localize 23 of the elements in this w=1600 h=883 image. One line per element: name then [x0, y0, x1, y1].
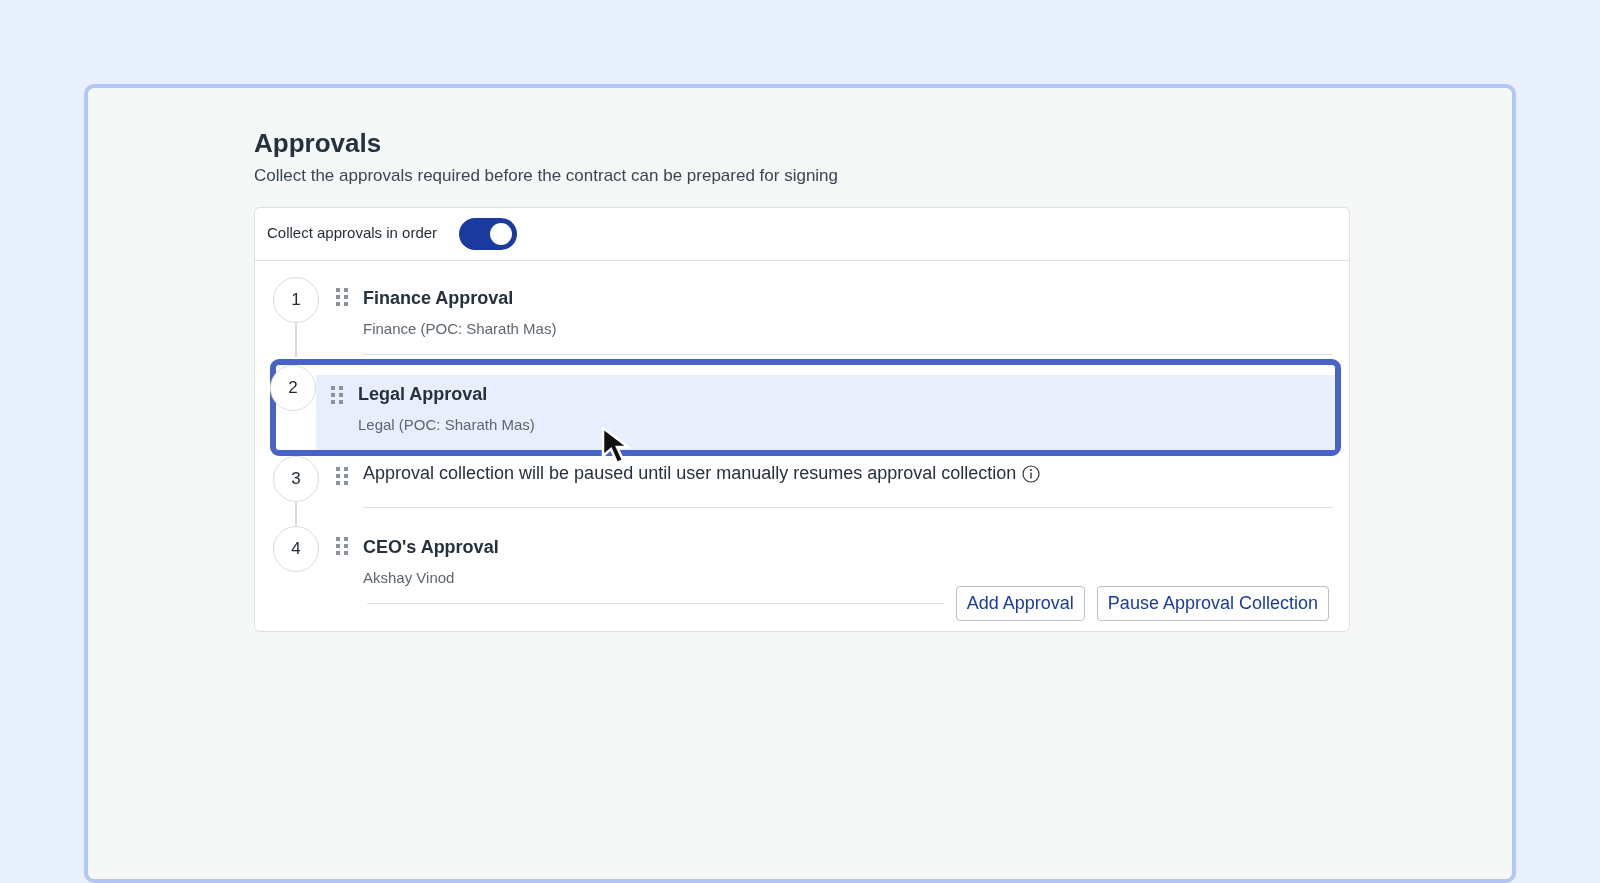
action-button[interactable]: Add Approval	[955, 585, 1085, 621]
drag-handle-icon[interactable]	[335, 466, 349, 487]
page-title: Approvals	[254, 128, 383, 160]
step-subtitle: Akshay Vinod	[363, 568, 455, 589]
toggle-label: Collect approvals in order	[267, 223, 438, 244]
step-subtitle: Finance (POC: Sharath Mas)	[363, 318, 557, 339]
step-title: CEO's Approval	[363, 536, 499, 560]
page-description: Collect the approvals required before the contract can be prepared for signing	[254, 165, 840, 188]
drag-handle-icon[interactable]	[335, 536, 349, 557]
pause-notice: Approval collection will be paused until user manually resumes approval collection	[363, 462, 1017, 486]
drag-handle-icon[interactable]	[330, 384, 344, 405]
step-number: 1	[273, 276, 319, 323]
drag-handle-icon[interactable]	[335, 286, 349, 307]
info-icon[interactable]	[1022, 464, 1041, 483]
step-number: 3	[273, 456, 319, 503]
step-title: Legal Approval	[358, 382, 488, 406]
step-subtitle: Legal (POC: Sharath Mas)	[358, 414, 535, 435]
step-title: Finance Approval	[363, 286, 514, 310]
order-toggle[interactable]	[459, 217, 518, 250]
action-button[interactable]: Pause Approval Collection	[1096, 585, 1329, 621]
dragged-step-card[interactable]: 2 Legal Approval Legal (POC: Sharath Mas)	[270, 358, 1341, 457]
step-number: 2	[270, 364, 316, 411]
step-number: 4	[273, 526, 319, 573]
